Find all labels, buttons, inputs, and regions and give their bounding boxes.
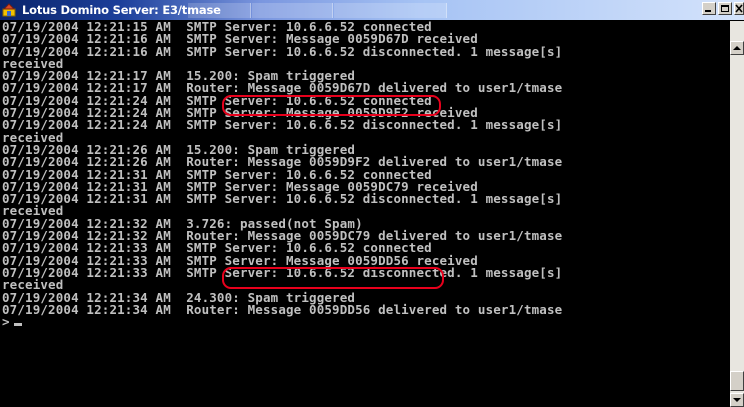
lotus-domino-app-icon[interactable] xyxy=(2,2,18,18)
scroll-up-arrow-icon[interactable] xyxy=(730,41,744,55)
scroll-down-arrow-icon[interactable] xyxy=(730,393,744,407)
log-line: 07/19/2004 12:21:16 AM SMTP Server: 10.6… xyxy=(2,43,563,59)
command-prompt[interactable]: > xyxy=(2,314,728,330)
vertical-scrollbar[interactable] xyxy=(730,21,744,407)
scrollbar-thumb[interactable] xyxy=(730,371,744,391)
log-line: 07/19/2004 12:21:24 AM SMTP Server: 10.6… xyxy=(2,117,563,133)
prompt-symbol: > xyxy=(2,314,10,330)
console-output[interactable]: 07/19/2004 12:21:15 AM SMTP Server: 10.6… xyxy=(2,21,728,405)
title-bar-segment xyxy=(334,3,447,18)
close-icon[interactable] xyxy=(734,2,744,15)
minimize-icon[interactable] xyxy=(702,2,716,15)
text-cursor xyxy=(13,323,22,327)
title-bar-segment xyxy=(252,3,333,18)
log-line: 07/19/2004 12:21:33 AM SMTP Server: 10.6… xyxy=(2,264,563,280)
console-window: Lotus Domino Server: E3/tmase 07/19/2004… xyxy=(0,0,744,407)
title-bar-segment xyxy=(188,3,251,18)
log-line: 07/19/2004 12:21:34 AM Router: Message 0… xyxy=(2,301,563,317)
window-controls xyxy=(700,2,744,15)
restore-icon[interactable] xyxy=(718,2,732,15)
log-line: 07/19/2004 12:21:31 AM SMTP Server: 10.6… xyxy=(2,191,563,207)
title-bar[interactable]: Lotus Domino Server: E3/tmase xyxy=(0,0,744,20)
